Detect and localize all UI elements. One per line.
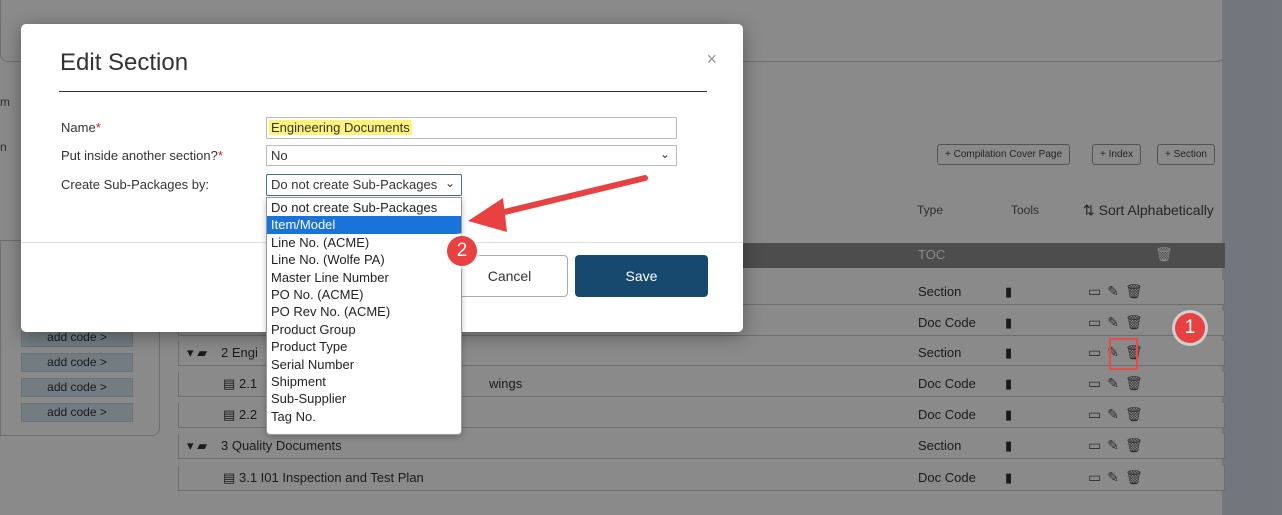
annotation-arrow — [468, 175, 648, 232]
annotation-badge-2: 2 — [447, 236, 477, 266]
